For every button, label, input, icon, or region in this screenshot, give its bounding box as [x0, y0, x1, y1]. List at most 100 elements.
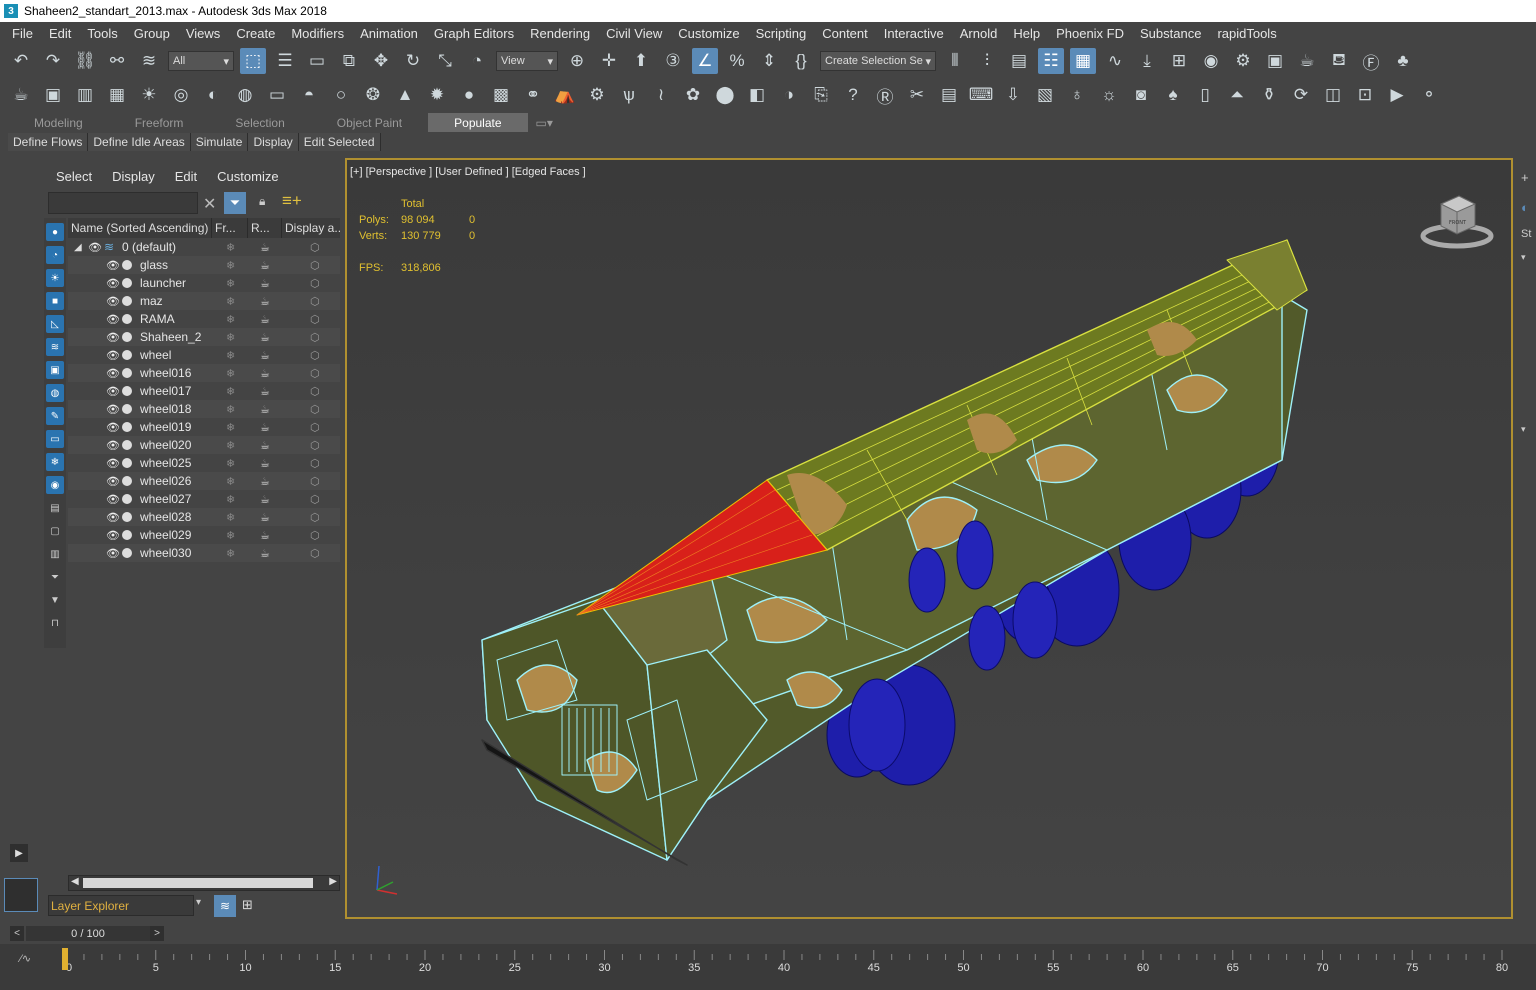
freeze-icon[interactable]: ❄	[226, 277, 235, 290]
frame-icon[interactable]: ◫	[1320, 82, 1346, 108]
eye-icon[interactable]: 👁︎	[106, 259, 120, 272]
eye-icon[interactable]: 👁︎	[106, 331, 120, 344]
forest-pack-icon[interactable]: Ⓕ	[1358, 48, 1384, 74]
filter-xrefs-icon[interactable]: ◍	[46, 384, 64, 402]
se-menu-display[interactable]: Display	[112, 169, 155, 184]
light-lister-icon[interactable]: ☀	[136, 82, 162, 108]
selection-filter-dropdown[interactable]: All ▾	[168, 51, 234, 71]
previous-frame-icon[interactable]: <	[10, 926, 24, 941]
menu-edit[interactable]: Edit	[41, 26, 79, 41]
menu-animation[interactable]: Animation	[352, 26, 426, 41]
hemisphere-icon[interactable]: ◓	[296, 82, 322, 108]
render-list-icon[interactable]: ▥	[72, 82, 98, 108]
grid-icon[interactable]: ▩	[488, 82, 514, 108]
filter-frozen-icon[interactable]: ❄	[46, 453, 64, 471]
video-camera-icon[interactable]: ◙	[1128, 82, 1154, 108]
render-teapot-icon[interactable]: ☕	[260, 475, 270, 488]
freeze-icon[interactable]: ❄	[226, 475, 235, 488]
display-box-icon[interactable]: ⬡	[310, 385, 320, 398]
eye-icon[interactable]: 👁︎	[106, 295, 120, 308]
snaps-toggle-icon[interactable]: ③	[660, 48, 686, 74]
select-object-icon[interactable]: ⬚	[240, 48, 266, 74]
column-display[interactable]: Display a...	[282, 218, 340, 238]
eye-icon[interactable]: 👁︎	[106, 313, 120, 326]
filter-icon[interactable]: ⏷	[224, 192, 246, 214]
freeze-icon[interactable]: ❄	[226, 367, 235, 380]
render-setup-icon[interactable]: ⚙	[1230, 48, 1256, 74]
sun-light-icon[interactable]: ☼	[1096, 82, 1122, 108]
display-box-icon[interactable]: ⬡	[310, 277, 320, 290]
display-box-icon[interactable]: ⬡	[310, 475, 320, 488]
link-icon[interactable]: ⛓	[72, 48, 98, 74]
omni-light-icon[interactable]: ♁	[1064, 82, 1090, 108]
rectangle-selection-icon[interactable]: ▭	[304, 48, 330, 74]
filter-hidden-icon[interactable]: ◉	[46, 476, 64, 494]
menu-group[interactable]: Group	[126, 26, 178, 41]
dope-sheet-icon[interactable]: ⤓	[1134, 48, 1160, 74]
mini-curve-editor-icon[interactable]: ⁄∿	[20, 952, 31, 965]
edit-selected-button[interactable]: Edit Selected	[298, 133, 381, 151]
tab-freeform[interactable]: Freeform	[109, 113, 210, 132]
cycle-icon[interactable]: ⟳	[1288, 82, 1314, 108]
render-teapot-icon[interactable]: ☕	[260, 511, 270, 524]
se-menu-edit[interactable]: Edit	[175, 169, 197, 184]
filter-bones-icon[interactable]: ✎	[46, 407, 64, 425]
eye-icon[interactable]: 👁︎	[106, 385, 120, 398]
frame-ruler[interactable]: 0 5 10 15 20 25 30 35 40 45 50 55 60 65 70 75 80	[60, 946, 1520, 986]
column-name[interactable]: Name (Sorted Ascending) ▲	[68, 218, 212, 238]
display-box-icon[interactable]: ⬡	[310, 313, 320, 326]
display-invert-icon[interactable]: ▥	[46, 545, 64, 563]
menu-file[interactable]: File	[4, 26, 41, 41]
camera-icon[interactable]: ◎	[168, 82, 194, 108]
render-iterative-icon[interactable]: ⛾	[1326, 48, 1352, 74]
se-menu-select[interactable]: Select	[56, 169, 92, 184]
ball-icon[interactable]: ⬤	[712, 82, 738, 108]
render-teapot-icon[interactable]: ☕	[260, 421, 270, 434]
unlink-icon[interactable]: ⚯	[104, 48, 130, 74]
select-scale-icon[interactable]: ⤡	[432, 48, 458, 74]
toggle-layer-explorer-icon[interactable]: ☷	[1038, 48, 1064, 74]
railclone-icon[interactable]: ♣	[1390, 48, 1416, 74]
display-box-icon[interactable]: ⬡	[310, 547, 320, 560]
filter-toggle-icon[interactable]: ⏷	[46, 568, 64, 586]
create-plus-icon[interactable]: +	[1521, 170, 1529, 185]
geosphere-icon[interactable]: ❂	[360, 82, 386, 108]
molecule-icon[interactable]: ⚭	[520, 82, 546, 108]
render-teapot-icon[interactable]: ☕	[260, 295, 270, 308]
layer-row[interactable]: ◢ 👁︎ ≋ 0 (default) ❄ ☕ ⬡	[68, 238, 340, 256]
eye-icon[interactable]: 👁︎	[106, 475, 120, 488]
se-menu-customize[interactable]: Customize	[217, 169, 278, 184]
bind-spacewarp-icon[interactable]: ≋	[136, 48, 162, 74]
viewport-label[interactable]: [+] [Perspective ] [User Defined ] [Edge…	[350, 166, 586, 178]
menu-content[interactable]: Content	[814, 26, 876, 41]
pine-icon[interactable]: ⏶	[1224, 82, 1250, 108]
sort-by-layer-icon[interactable]: ≋	[214, 895, 236, 917]
tab-selection[interactable]: Selection	[209, 113, 310, 132]
render-frame-icon[interactable]: ▣	[40, 82, 66, 108]
time-slider[interactable]: 0 / 100	[26, 926, 150, 941]
scene-object-row[interactable]: 👁︎ wheel020 ❄ ☕ ⬡	[68, 436, 340, 454]
display-box-icon[interactable]: ⬡	[310, 439, 320, 452]
freeze-icon[interactable]: ❄	[226, 403, 235, 416]
freeze-icon[interactable]: ❄	[226, 259, 235, 272]
display-box-icon[interactable]: ⬡	[310, 367, 320, 380]
viewcube[interactable]: FRONT	[1419, 190, 1499, 250]
scene-object-row[interactable]: 👁︎ launcher ❄ ☕ ⬡	[68, 274, 340, 292]
scene-object-row[interactable]: 👁︎ wheel018 ❄ ☕ ⬡	[68, 400, 340, 418]
snapshot-icon[interactable]: ◧	[744, 82, 770, 108]
menu-arnold[interactable]: Arnold	[952, 26, 1006, 41]
render-teapot-icon[interactable]: ☕	[260, 547, 270, 560]
display-box-icon[interactable]: ⬡	[310, 511, 320, 524]
eye-icon[interactable]: 👁︎	[106, 403, 120, 416]
clipboard-icon[interactable]: ⎘	[808, 82, 834, 108]
viewport-layout-slot[interactable]	[4, 878, 38, 912]
filter-spacewarps-icon[interactable]: ≋	[46, 338, 64, 356]
filter-helpers-icon[interactable]: ◺	[46, 315, 64, 333]
chevron-down-icon[interactable]: ▾	[1521, 424, 1526, 435]
teapot-icon[interactable]: ☕	[8, 82, 34, 108]
render-teapot-icon[interactable]: ☕	[260, 241, 270, 254]
menu-interactive[interactable]: Interactive	[876, 26, 952, 41]
plane-primitive-icon[interactable]: ▭	[264, 82, 290, 108]
layout-icon[interactable]: ⊡	[1352, 82, 1378, 108]
percent-snap-icon[interactable]: %	[724, 48, 750, 74]
